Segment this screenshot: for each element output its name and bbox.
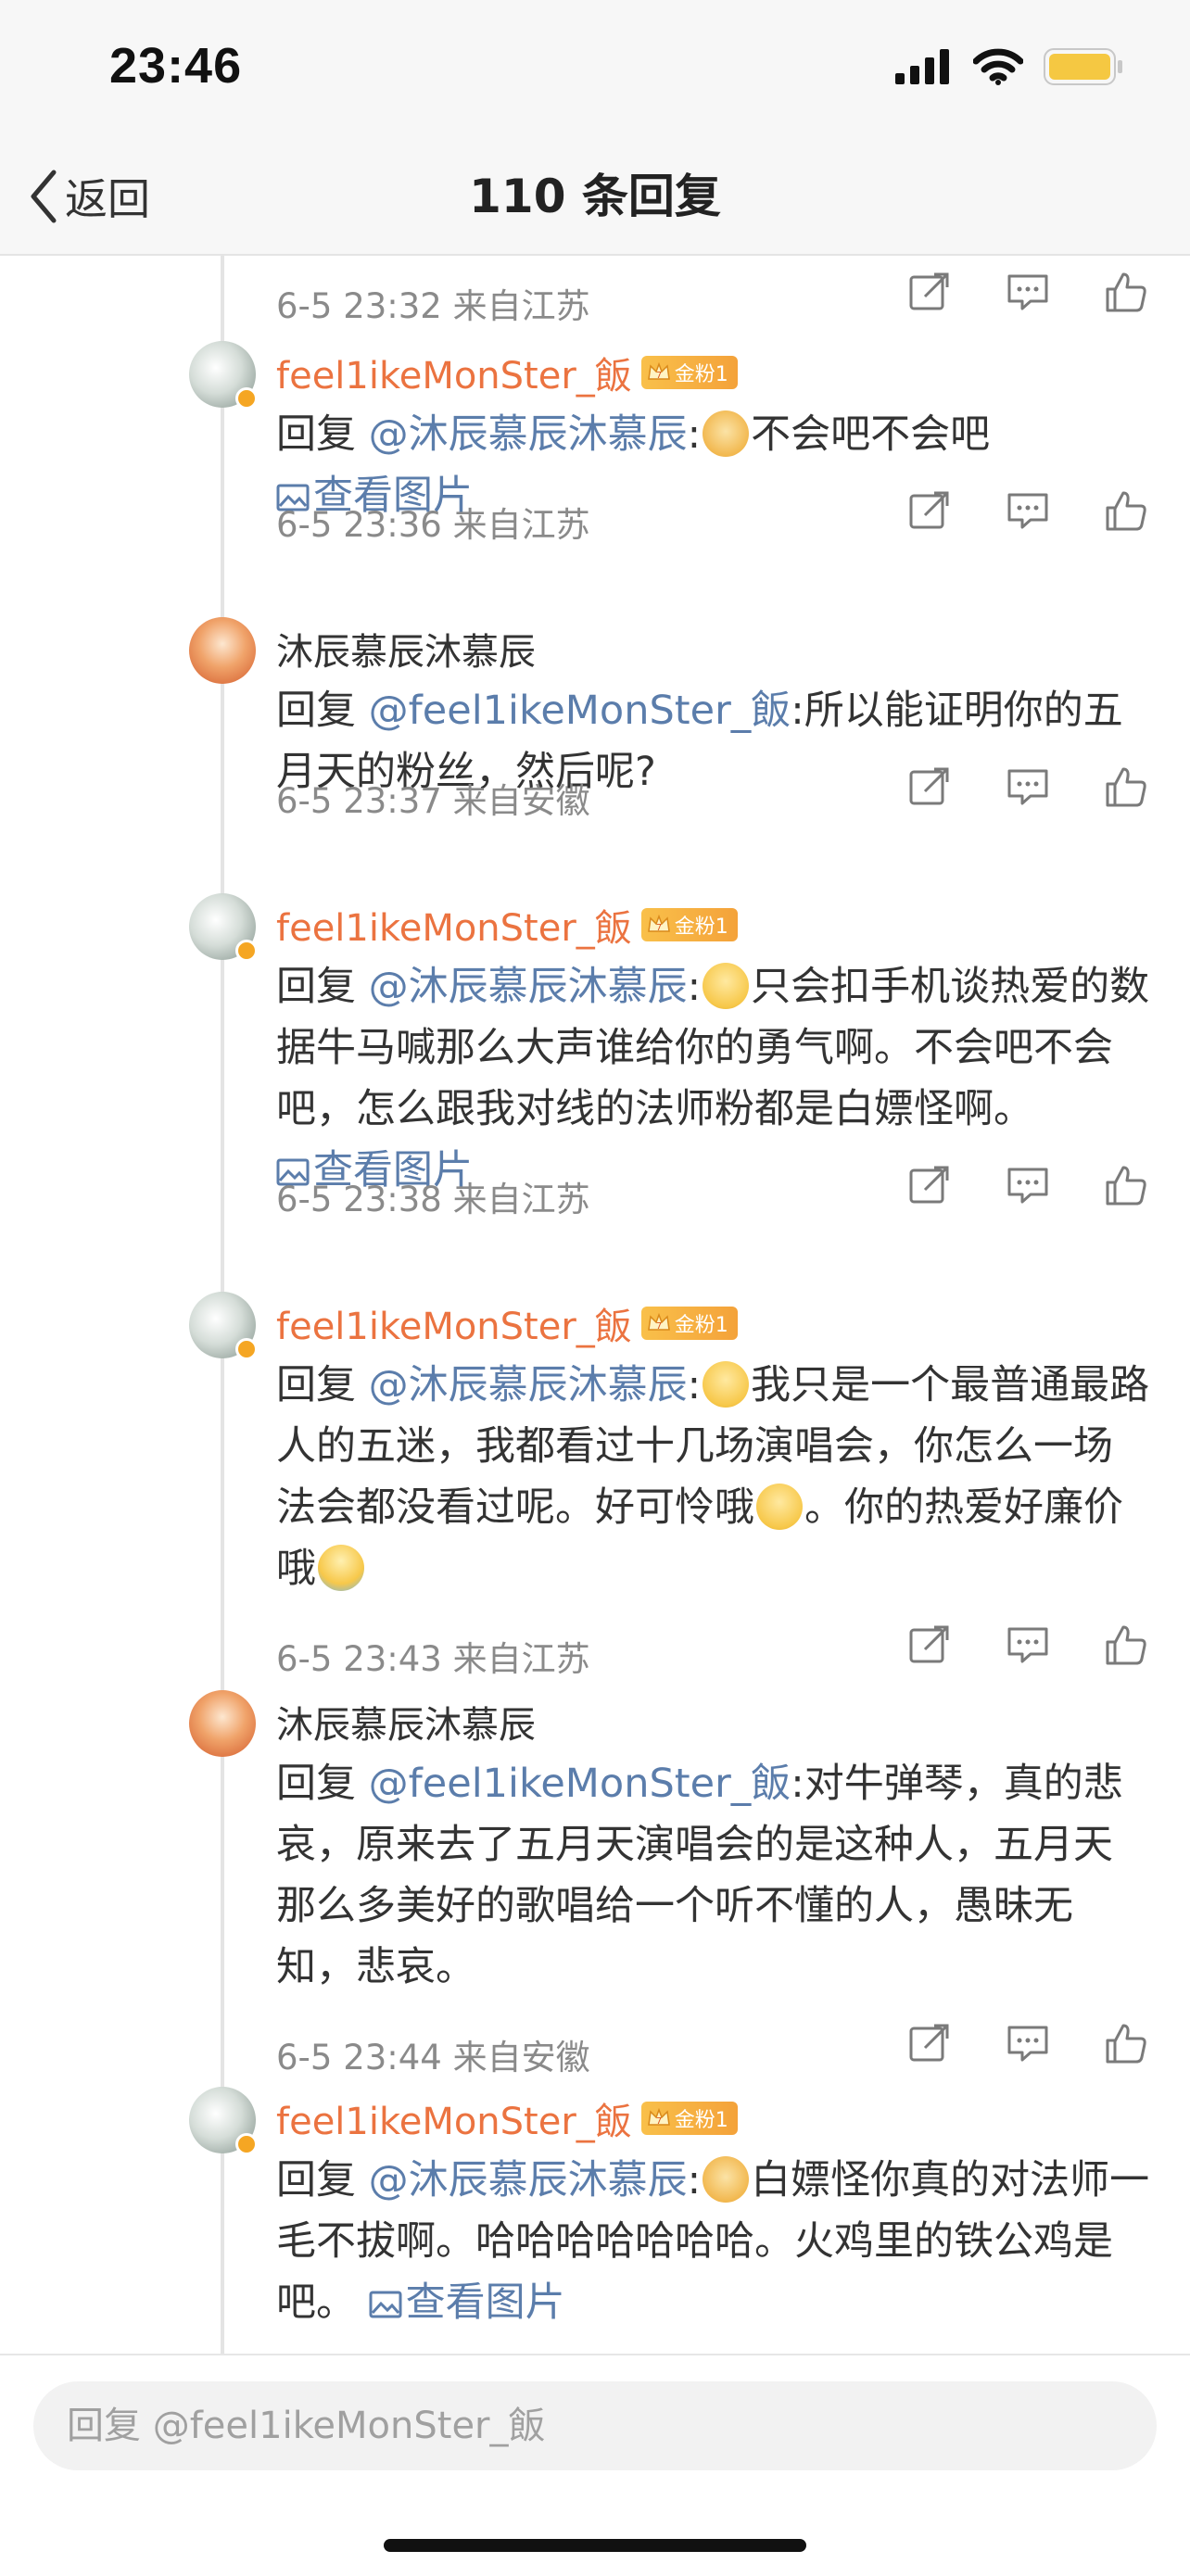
status-bar: 23:46 bbox=[0, 0, 1190, 139]
crying-emoji-icon bbox=[318, 1545, 364, 1591]
mention-link[interactable]: @feel1ikeMonSter_飯 bbox=[369, 1761, 791, 1807]
comment-icon[interactable] bbox=[1006, 2022, 1049, 2065]
repost-icon[interactable] bbox=[908, 271, 951, 313]
username[interactable]: feel1ikeMonSter_飯 bbox=[276, 2091, 632, 2145]
sad-emoji-icon bbox=[703, 963, 750, 1009]
mention-link[interactable]: @沐辰慕辰沐慕辰 bbox=[369, 1362, 688, 1408]
reply-input[interactable] bbox=[33, 2381, 1157, 2470]
avatar[interactable] bbox=[189, 1292, 258, 1360]
svg-text:7: 7 bbox=[656, 923, 662, 933]
mention-link[interactable]: @沐辰慕辰沐慕辰 bbox=[369, 964, 688, 1010]
repost-icon[interactable] bbox=[908, 765, 951, 808]
like-icon[interactable] bbox=[1105, 2022, 1147, 2065]
eye-roll-emoji-icon bbox=[756, 1484, 803, 1530]
username[interactable]: 沐辰慕辰沐慕辰 bbox=[276, 1695, 536, 1749]
comment-meta-row: 6-5 23:32 来自江苏 bbox=[276, 271, 1147, 326]
avatar[interactable] bbox=[189, 893, 258, 962]
status-icons bbox=[895, 48, 1123, 85]
crown-icon: 7 bbox=[647, 1312, 670, 1332]
picture-icon bbox=[369, 2291, 402, 2318]
comment-meta-row: 6-5 23:44 来自安徽 bbox=[276, 2022, 1147, 2077]
view-picture-link[interactable]: 查看图片 bbox=[369, 2279, 565, 2326]
comment-meta-row: 6-5 23:36 来自江苏 bbox=[276, 489, 1147, 545]
username[interactable]: feel1ikeMonSter_飯 bbox=[276, 1296, 632, 1350]
svg-text:7: 7 bbox=[656, 1321, 662, 1332]
verified-badge-icon bbox=[235, 1338, 258, 1360]
reply-content: 回复 @沐辰慕辰沐慕辰: 白嫖怪你真的对法师一毛不拔啊。哈哈哈哈哈哈哈。火鸡里的铁… bbox=[276, 2156, 1150, 2326]
mention-link[interactable]: @feel1ikeMonSter_飯 bbox=[369, 688, 791, 734]
repost-icon[interactable] bbox=[908, 489, 951, 532]
comment-actions bbox=[908, 1623, 1147, 1666]
doge-emoji-icon bbox=[703, 2156, 750, 2203]
reply-thread[interactable]: 6-5 23:32 来自江苏 feel1ikeMonSter_飯 7 金粉1 回… bbox=[0, 256, 1190, 2354]
avatar[interactable] bbox=[189, 1690, 256, 1757]
repost-icon[interactable] bbox=[908, 1623, 951, 1666]
svg-text:7: 7 bbox=[656, 371, 662, 381]
comment-meta: 6-5 23:32 来自江苏 bbox=[276, 286, 590, 326]
reply-bar bbox=[0, 2354, 1190, 2576]
verified-badge-icon bbox=[235, 940, 258, 962]
like-icon[interactable] bbox=[1105, 271, 1147, 313]
like-icon[interactable] bbox=[1105, 489, 1147, 532]
reply-content: 回复 @沐辰慕辰沐慕辰: 我只是一个最普通最路人的五迷，我都看过十几场演唱会，你怎… bbox=[276, 1361, 1150, 1592]
sad-emoji-icon bbox=[703, 1361, 750, 1408]
mention-link[interactable]: @沐辰慕辰沐慕辰 bbox=[369, 2157, 688, 2203]
repost-icon[interactable] bbox=[908, 1164, 951, 1206]
comment-meta: 6-5 23:38 来自江苏 bbox=[276, 1180, 590, 1219]
crown-icon: 7 bbox=[647, 2107, 670, 2127]
comment-meta-row: 6-5 23:37 来自安徽 bbox=[276, 765, 1147, 821]
comment-meta: 6-5 23:36 来自江苏 bbox=[276, 505, 590, 545]
mention-link[interactable]: @沐辰慕辰沐慕辰 bbox=[369, 411, 688, 458]
comment-actions bbox=[908, 2022, 1147, 2065]
wifi-icon bbox=[973, 48, 1023, 85]
verified-badge-icon bbox=[235, 2133, 258, 2155]
avatar[interactable] bbox=[189, 341, 258, 410]
comment-icon[interactable] bbox=[1006, 271, 1049, 313]
doge-emoji-icon bbox=[703, 410, 750, 457]
fan-level-badge: 7 金粉1 bbox=[640, 908, 738, 941]
verified-badge-icon bbox=[235, 387, 258, 410]
comment-actions bbox=[908, 765, 1147, 808]
battery-icon bbox=[1044, 48, 1122, 85]
comment-meta: 6-5 23:43 来自江苏 bbox=[276, 1639, 590, 1679]
home-indicator[interactable] bbox=[384, 2539, 806, 2552]
username[interactable]: feel1ikeMonSter_飯 bbox=[276, 346, 632, 399]
svg-text:7: 7 bbox=[656, 2116, 662, 2127]
avatar[interactable] bbox=[189, 617, 256, 684]
cellular-signal-icon bbox=[895, 49, 949, 84]
page-title: 110 条回复 bbox=[469, 170, 721, 223]
fan-level-badge: 7 金粉1 bbox=[640, 1307, 738, 1340]
username[interactable]: 沐辰慕辰沐慕辰 bbox=[276, 622, 536, 676]
nav-bar: 返回 110 条回复 bbox=[0, 139, 1190, 256]
comment-icon[interactable] bbox=[1006, 1623, 1049, 1666]
reply-content: 回复 @feel1ikeMonSter_飯:对牛弹琴，真的悲哀，原来去了五月天演… bbox=[276, 1761, 1123, 1990]
comment-actions bbox=[908, 271, 1147, 313]
comment-meta-row: 6-5 23:43 来自江苏 bbox=[276, 1623, 1147, 1679]
comment-meta: 6-5 23:37 来自安徽 bbox=[276, 781, 590, 821]
avatar[interactable] bbox=[189, 2087, 258, 2155]
fan-level-badge: 7 金粉1 bbox=[640, 356, 738, 389]
crown-icon: 7 bbox=[647, 361, 670, 381]
comment-icon[interactable] bbox=[1006, 1164, 1049, 1206]
status-time: 23:46 bbox=[109, 38, 243, 94]
like-icon[interactable] bbox=[1105, 1164, 1147, 1206]
like-icon[interactable] bbox=[1105, 765, 1147, 808]
comment-icon[interactable] bbox=[1006, 489, 1049, 532]
fan-level-badge: 7 金粉1 bbox=[640, 2102, 738, 2135]
crown-icon: 7 bbox=[647, 914, 670, 933]
username[interactable]: feel1ikeMonSter_飯 bbox=[276, 898, 632, 952]
comment-actions bbox=[908, 1164, 1147, 1206]
repost-icon[interactable] bbox=[908, 2022, 951, 2065]
comment-actions bbox=[908, 489, 1147, 532]
like-icon[interactable] bbox=[1105, 1623, 1147, 1666]
comment-meta-row: 6-5 23:38 来自江苏 bbox=[276, 1164, 1147, 1219]
comment-icon[interactable] bbox=[1006, 765, 1049, 808]
comment-meta: 6-5 23:44 来自安徽 bbox=[276, 2038, 590, 2077]
